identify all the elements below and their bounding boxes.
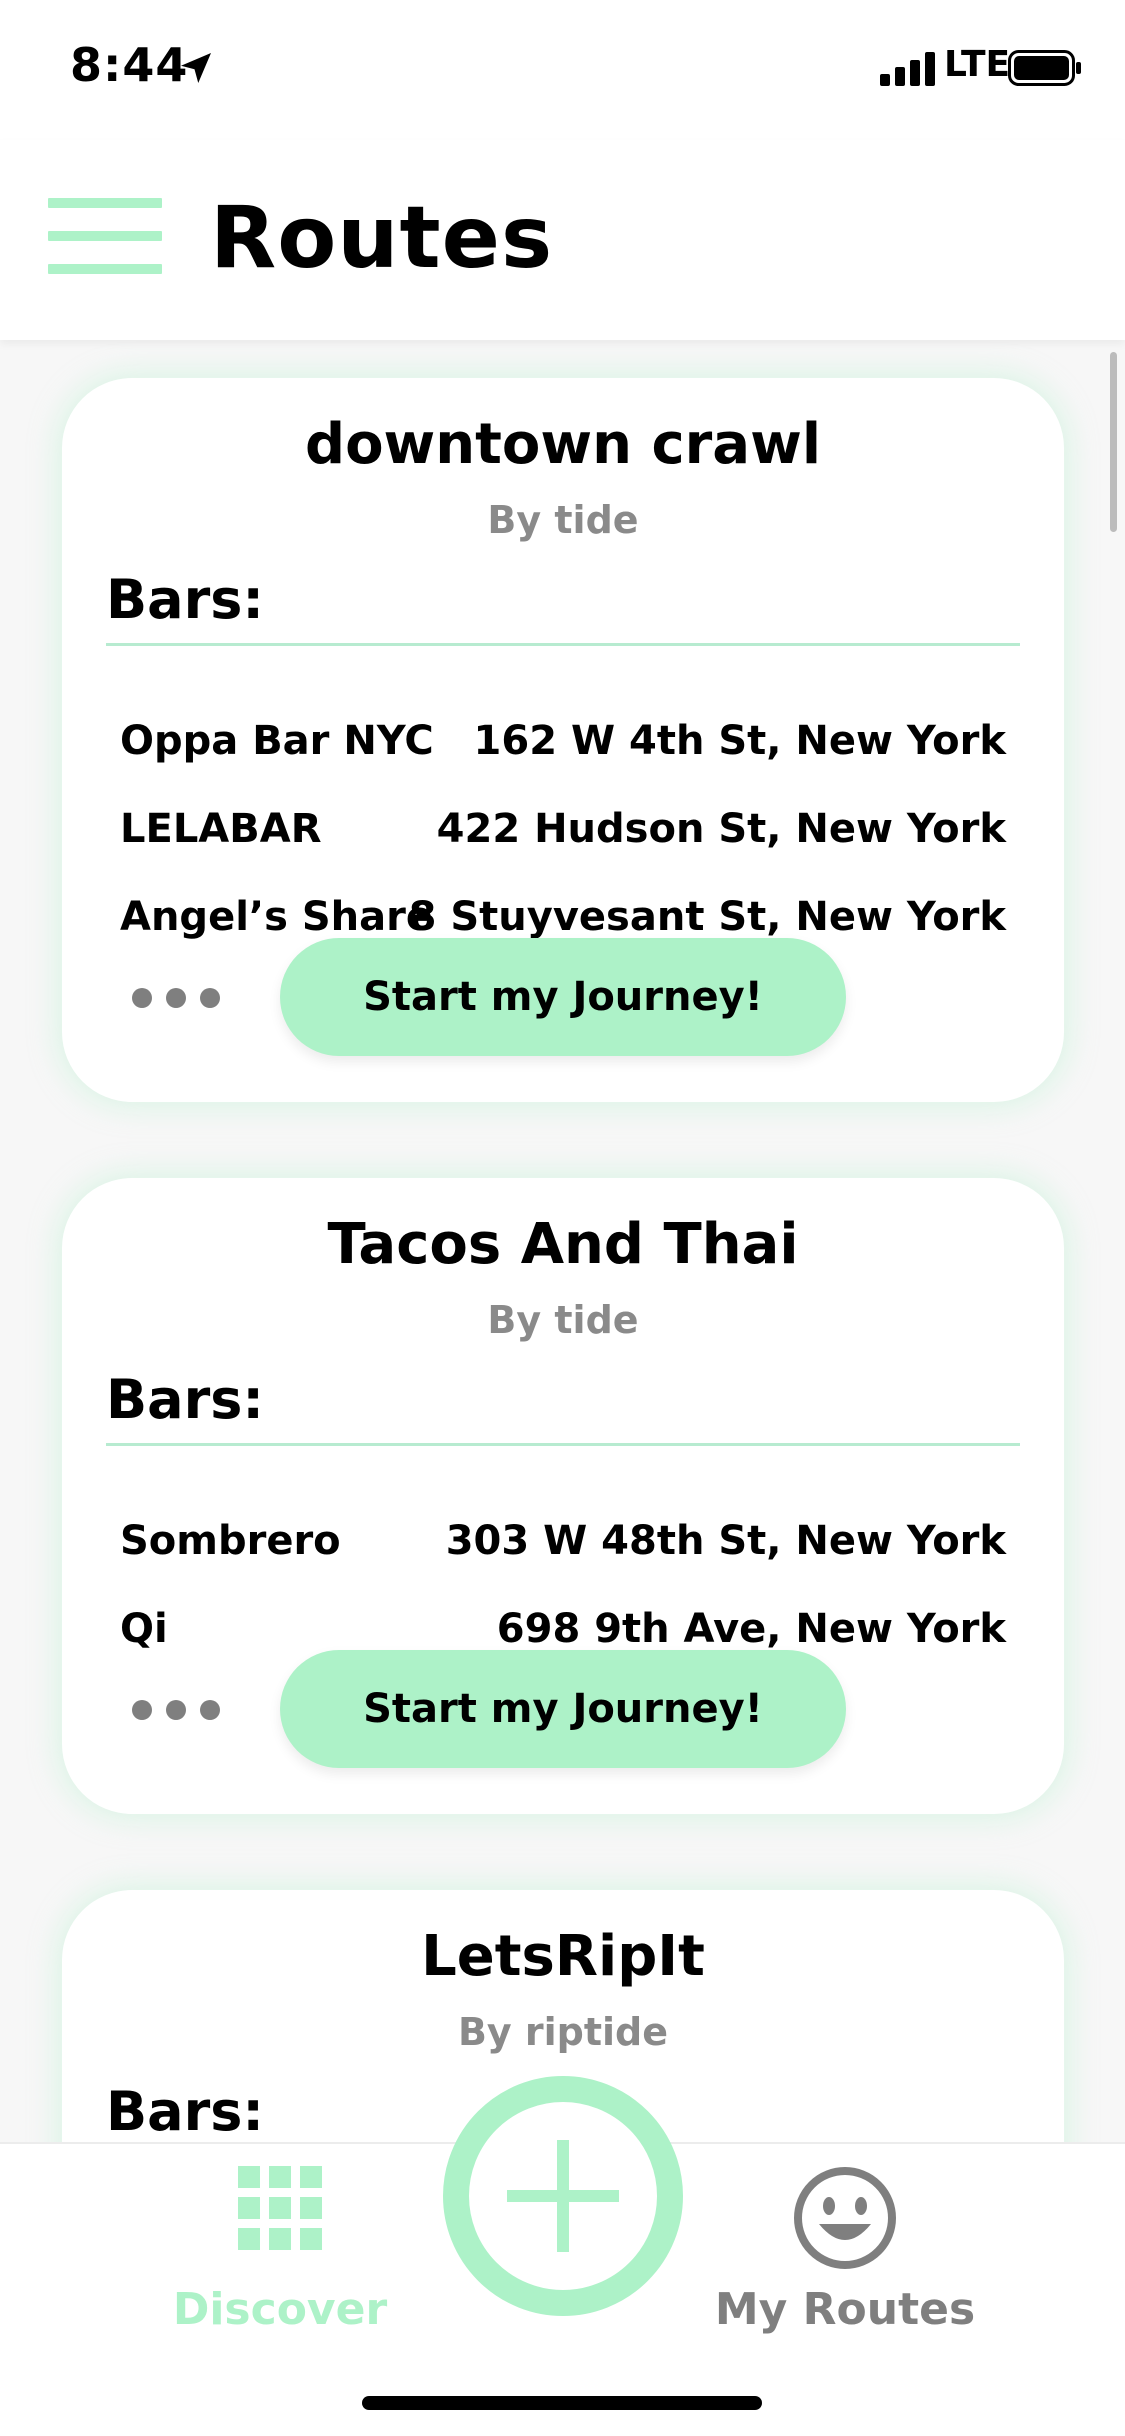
bar-name: Angel’s Share xyxy=(120,894,433,940)
app-header: Routes xyxy=(0,140,1125,340)
bar-list-item: LELABAR 422 Hudson St, New York xyxy=(120,806,1006,866)
start-journey-button[interactable]: Start my Journey! xyxy=(280,1650,846,1768)
status-time: 8:44 xyxy=(70,38,189,92)
bar-name: Sombrero xyxy=(120,1518,341,1564)
route-card: Tacos And Thai By tide Bars: Sombrero 30… xyxy=(62,1178,1064,1814)
route-author: By riptide xyxy=(457,2010,669,2054)
location-arrow-icon xyxy=(181,53,211,83)
more-dots-icon[interactable] xyxy=(132,1694,222,1724)
more-dots-icon[interactable] xyxy=(132,982,222,1012)
bar-list-item: Oppa Bar NYC 162 W 4th St, New York xyxy=(120,718,1006,778)
bar-address: 422 Hudson St, New York xyxy=(436,806,1006,852)
bars-heading: Bars: xyxy=(106,568,264,631)
bar-name: Oppa Bar NYC xyxy=(120,718,434,764)
add-route-button[interactable] xyxy=(443,2076,683,2316)
route-author: By tide xyxy=(487,498,639,542)
grid-icon xyxy=(238,2166,322,2250)
tab-my-routes-label: My Routes xyxy=(714,2284,976,2335)
status-bar: 8:44 LTE xyxy=(0,0,1125,140)
tab-my-routes[interactable]: My Routes xyxy=(695,2144,995,2384)
bar-address: 698 9th Ave, New York xyxy=(496,1606,1006,1652)
route-author: By tide xyxy=(487,1298,639,1342)
route-card: downtown crawl By tide Bars: Oppa Bar NY… xyxy=(62,378,1064,1102)
start-journey-button[interactable]: Start my Journey! xyxy=(280,938,846,1056)
route-name: LetsRipIt xyxy=(421,1924,705,1989)
bar-address: 303 W 48th St, New York xyxy=(445,1518,1006,1564)
bar-name: Qi xyxy=(120,1606,168,1652)
bar-list-item: Sombrero 303 W 48th St, New York xyxy=(120,1518,1006,1578)
bar-address: 162 W 4th St, New York xyxy=(473,718,1006,764)
home-indicator[interactable] xyxy=(362,2396,762,2410)
routes-list[interactable]: downtown crawl By tide Bars: Oppa Bar NY… xyxy=(0,340,1125,2142)
battery-icon xyxy=(1008,50,1081,86)
tab-discover-label: Discover xyxy=(172,2284,388,2335)
bar-name: LELABAR xyxy=(120,806,322,852)
route-name: downtown crawl xyxy=(304,412,822,477)
bars-divider xyxy=(106,643,1020,646)
signal-bars-icon xyxy=(880,52,935,86)
smiley-face-icon xyxy=(794,2167,896,2269)
tab-discover[interactable]: Discover xyxy=(130,2144,430,2384)
app-screen: 8:44 LTE Routes downtown crawl By tide B… xyxy=(0,0,1125,2436)
bars-heading: Bars: xyxy=(106,2080,264,2142)
page-title: Routes xyxy=(210,188,554,288)
network-type: LTE xyxy=(944,44,1011,85)
bar-address: 8 Stuyvesant St, New York xyxy=(408,894,1006,940)
scrollbar-thumb[interactable] xyxy=(1110,352,1117,532)
bars-heading: Bars: xyxy=(106,1368,264,1431)
hamburger-menu-icon[interactable] xyxy=(48,198,162,274)
bars-divider xyxy=(106,1443,1020,1446)
route-name: Tacos And Thai xyxy=(327,1212,799,1277)
plus-icon xyxy=(507,2140,619,2252)
